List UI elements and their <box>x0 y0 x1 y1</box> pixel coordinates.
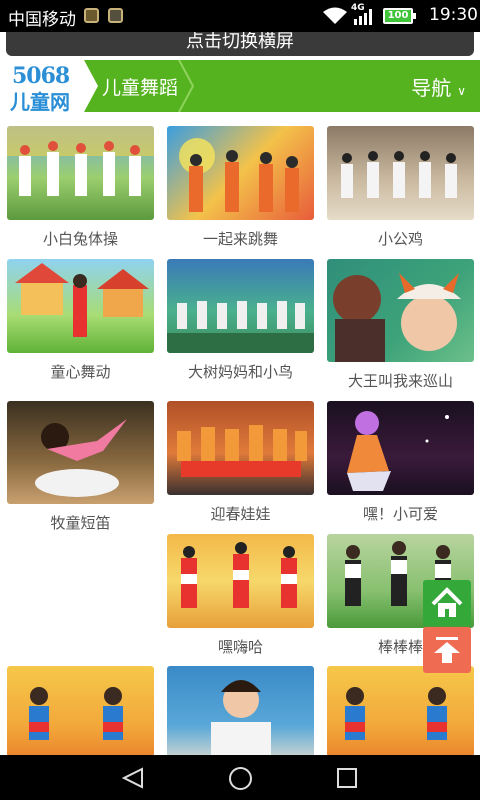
video-thumbnail <box>167 259 314 353</box>
logo-text: 儿童网 <box>10 90 70 114</box>
video-thumbnail <box>167 126 314 220</box>
circle-home-icon[interactable] <box>228 766 253 791</box>
breadcrumb-category[interactable]: 儿童舞蹈 <box>102 73 178 100</box>
video-thumbnail <box>167 534 314 628</box>
video-title: 迎春娃娃 <box>210 505 271 523</box>
chevron-down-icon: ∨ <box>457 84 466 98</box>
switch-landscape-button[interactable]: 点击切换横屏 <box>6 32 474 56</box>
video-thumbnail <box>7 126 154 220</box>
square-recent-icon[interactable] <box>336 767 358 789</box>
video-title: 小公鸡 <box>377 230 423 248</box>
status-bar: 中国移动 4G 100 19:30 <box>0 0 480 32</box>
logo-divider-icon <box>84 60 98 112</box>
video-card[interactable]: 大树妈妈和小鸟 <box>167 259 314 382</box>
video-title: 童心舞动 <box>50 363 111 381</box>
video-card[interactable]: 迎春娃娃 <box>167 401 314 524</box>
video-card[interactable]: 小白兔体操 <box>7 126 154 249</box>
video-title: 一起来跳舞 <box>202 230 278 248</box>
video-thumbnail <box>327 259 474 362</box>
battery-level: 100 <box>383 8 416 24</box>
video-thumbnail <box>7 666 154 755</box>
video-thumbnail <box>167 401 314 495</box>
video-card[interactable]: 牧童短笛 <box>7 401 154 533</box>
video-thumbnail <box>327 401 474 495</box>
video-title: 大王叫我来巡山 <box>347 372 453 390</box>
nav-label: 导航 <box>411 76 452 100</box>
video-thumbnail <box>327 666 474 755</box>
video-card[interactable]: 嘿嗨哈 <box>167 534 314 657</box>
video-card[interactable] <box>7 666 154 755</box>
video-thumbnail <box>167 666 314 755</box>
image-notification-icon <box>108 8 123 23</box>
video-card[interactable]: 嘿！小可爱 <box>327 401 474 524</box>
site-header: 5068 儿童网 儿童舞蹈 导航 ∨ <box>0 60 480 114</box>
carrier-name: 中国移动 <box>8 10 76 30</box>
video-title: 嘿嗨哈 <box>217 638 263 656</box>
home-button[interactable] <box>423 580 471 626</box>
site-logo[interactable]: 5068 儿童网 <box>0 60 84 114</box>
video-card[interactable]: 大王叫我来巡山 <box>327 259 474 391</box>
rotate-banner: 点击切换横屏 <box>0 32 480 60</box>
arrow-up-icon <box>434 637 460 663</box>
back-to-top-button[interactable] <box>423 627 471 673</box>
video-title: 嘿！小可爱 <box>362 505 438 523</box>
wifi-icon <box>323 7 347 24</box>
video-card[interactable]: 小公鸡 <box>327 126 474 249</box>
video-card[interactable]: 童心舞动 <box>7 259 154 382</box>
signal-icon <box>354 9 372 25</box>
clock: 19:30 <box>429 5 478 25</box>
video-thumbnail <box>7 401 154 504</box>
video-title: 大树妈妈和小鸟 <box>187 363 293 381</box>
nav-menu-button[interactable]: 导航 ∨ <box>411 72 466 101</box>
video-card[interactable] <box>167 666 314 755</box>
back-triangle-icon[interactable] <box>121 767 145 789</box>
video-title: 小白兔体操 <box>42 230 118 248</box>
breadcrumb-divider-icon <box>178 60 194 112</box>
home-icon <box>431 587 463 617</box>
video-thumbnail <box>327 126 474 220</box>
video-card[interactable]: 一起来跳舞 <box>167 126 314 249</box>
notification-icon <box>84 8 99 23</box>
system-nav-bar <box>0 755 480 800</box>
video-thumbnail <box>7 259 154 353</box>
video-title: 牧童短笛 <box>50 514 111 532</box>
video-grid: 小白兔体操 一起来跳舞 小公鸡 童心舞动 大树妈妈和小鸟 大王叫我来巡山 牧童短… <box>0 112 480 755</box>
video-card[interactable] <box>327 666 474 755</box>
